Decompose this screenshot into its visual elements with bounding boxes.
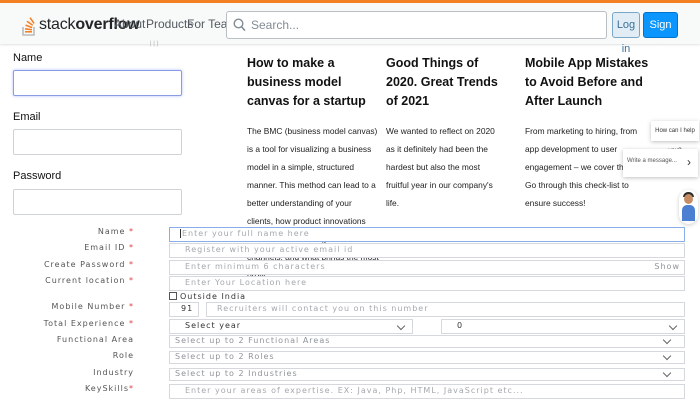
chevron-down-icon: [662, 368, 672, 378]
reg-email-input[interactable]: Register with your active email id: [169, 243, 685, 258]
article-title[interactable]: Mobile App Mistakes to Avoid Before and …: [525, 54, 650, 111]
show-password-toggle[interactable]: Show: [654, 262, 680, 271]
nav-about[interactable]: About: [114, 17, 145, 31]
reg-location-placeholder: Enter Your Location here: [185, 278, 308, 287]
reg-role-label: Role: [112, 351, 134, 360]
password-label: Password: [13, 170, 62, 182]
reg-location-label: Current location *: [45, 276, 134, 285]
outside-india-option[interactable]: Outside India: [169, 291, 246, 301]
role-value: Select up to 2 Roles: [175, 352, 275, 361]
reg-functional-area-label: Functional Area: [56, 335, 134, 344]
login-button[interactable]: Log in: [612, 12, 640, 55]
reg-industry-label: Industry: [93, 368, 134, 377]
support-agent-avatar[interactable]: [679, 190, 698, 224]
industry-select[interactable]: Select up to 2 Industries: [169, 368, 685, 381]
chevron-down-icon: [396, 321, 406, 331]
article-title[interactable]: How to make a business model canvas for …: [247, 54, 379, 111]
experience-month-select[interactable]: 0: [441, 319, 685, 334]
reg-location-input[interactable]: Enter Your Location here: [169, 276, 685, 291]
functional-area-select[interactable]: Select up to 2 Functional Areas: [169, 335, 685, 348]
name-label: Name: [13, 52, 43, 64]
chevron-down-icon: [662, 351, 672, 361]
avatar-head: [684, 194, 693, 204]
functional-area-value: Select up to 2 Functional Areas: [175, 336, 331, 345]
article-card-good-things-2020[interactable]: Good Things of 2020. Great Trends of 202…: [386, 54, 500, 212]
chat-message-box[interactable]: Write a message... ›: [623, 149, 698, 177]
search-icon: [233, 18, 246, 32]
experience-year-select[interactable]: Select year: [169, 319, 413, 334]
reg-name-label: Name *: [97, 227, 134, 236]
reg-name-input[interactable]: Enter your full name here: [169, 227, 685, 242]
email-field[interactable]: [13, 129, 182, 155]
reg-email-placeholder: Register with your active email id: [185, 245, 354, 254]
reg-password-label: Create Password *: [43, 260, 134, 269]
article-card-mobile-app-mistakes[interactable]: Mobile App Mistakes to Avoid Before and …: [525, 54, 650, 212]
reg-mobile-placeholder: Recruiters will contact you on this numb…: [217, 304, 429, 313]
avatar-body: [682, 205, 695, 221]
article-title[interactable]: Good Things of 2020. Great Trends of 202…: [386, 54, 500, 111]
country-code-value: 91: [181, 304, 194, 313]
article-excerpt: We wanted to reflect on 2020 as it defin…: [386, 126, 495, 208]
country-code-input[interactable]: 91: [169, 302, 199, 317]
reg-email-label: Email ID *: [84, 243, 134, 252]
reg-name-placeholder: Enter your full name here: [180, 229, 310, 238]
reg-mobile-input[interactable]: Recruiters will contact you on this numb…: [206, 302, 685, 317]
chat-message-input[interactable]: Write a message...: [627, 158, 677, 164]
industry-value: Select up to 2 Industries: [175, 369, 298, 378]
experience-month-value: 0: [457, 321, 464, 330]
email-label: Email: [13, 111, 41, 123]
stack-logo-icon: [22, 17, 35, 36]
reg-password-input[interactable]: Enter minimum 6 characters Show: [169, 260, 685, 275]
signup-button[interactable]: Sign up: [643, 12, 678, 55]
stray-text: | | ): [150, 41, 159, 47]
chevron-down-icon: [662, 335, 672, 345]
reg-experience-label: Total Experience *: [43, 319, 134, 328]
reg-password-placeholder: Enter minimum 6 characters: [185, 262, 326, 271]
keyskills-placeholder: Enter your areas of expertise. EX: Java,…: [185, 386, 524, 395]
password-field[interactable]: [13, 189, 182, 215]
chat-greeting-bubble[interactable]: How can I help you?: [651, 121, 699, 154]
name-field[interactable]: [13, 70, 182, 96]
keyskills-input[interactable]: Enter your areas of expertise. EX: Java,…: [169, 384, 685, 399]
search-input[interactable]: [251, 16, 591, 34]
role-select[interactable]: Select up to 2 Roles: [169, 351, 685, 364]
chevron-down-icon: [668, 321, 678, 331]
experience-year-value: Select year: [185, 321, 242, 330]
reg-mobile-label: Mobile Number *: [51, 302, 134, 311]
reg-keyskills-label: KeySkills*: [84, 384, 134, 393]
outside-india-checkbox[interactable]: [169, 292, 177, 300]
chevron-right-icon[interactable]: ›: [687, 156, 691, 168]
search-box[interactable]: [226, 11, 607, 39]
top-navigation-bar: stackoverflow About Products For Teams L…: [0, 0, 700, 55]
outside-india-label[interactable]: Outside India: [180, 292, 246, 301]
